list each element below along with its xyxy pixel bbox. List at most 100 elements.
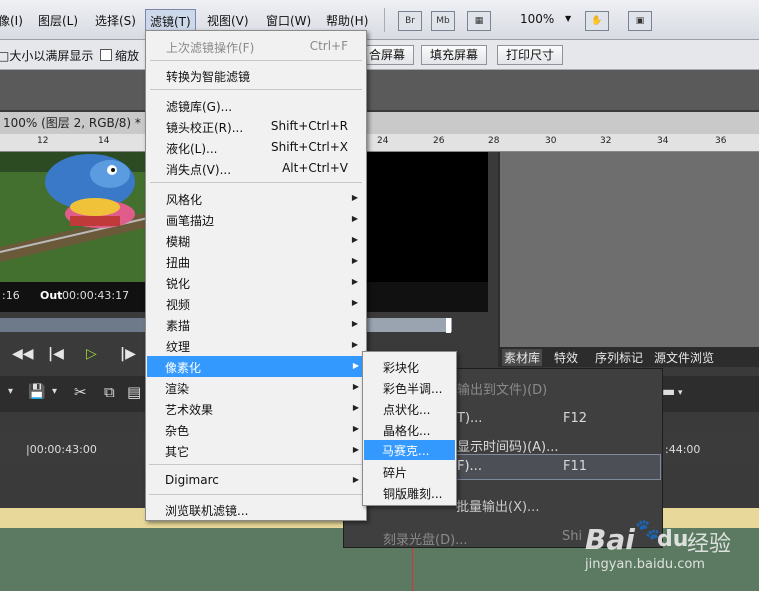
pixelate-fragment-item[interactable]: 碎片 [383, 464, 407, 481]
save-icon[interactable]: 💾 [28, 384, 45, 400]
rewind-icon[interactable]: ◀◀ [12, 346, 34, 362]
bridge-icon[interactable]: Br [398, 11, 422, 31]
pixelate-mezzotint-item[interactable]: 铜版雕刻... [383, 485, 442, 502]
browse-online-filters-item[interactable]: 浏览联机滤镜... [165, 502, 248, 519]
export-item-4[interactable]: F)... [457, 459, 482, 474]
fit-screen-button[interactable]: 合屏幕 [360, 45, 415, 65]
grid-icon[interactable]: ▦ [467, 11, 491, 31]
transport-controls: ◀◀ |◀ ▷ |▶ [0, 340, 148, 370]
monitor-dropdown-icon[interactable]: ▾ [678, 388, 683, 398]
fit-screen-option[interactable]: □大小以满屏显示 [0, 47, 93, 64]
filter-pixelate-item[interactable]: 像素化 ▶ [147, 356, 365, 377]
submenu-arrow-icon: ▶ [351, 298, 358, 307]
document-area-header [0, 70, 759, 110]
mini-bridge-icon[interactable]: Mb [431, 11, 455, 31]
filter-digimarc-item[interactable]: Digimarc [165, 473, 219, 487]
menu-select[interactable]: 选择(S) [95, 12, 136, 29]
monitor-icon[interactable]: ▬ [662, 384, 675, 400]
copy-icon[interactable]: ⧉ [104, 383, 115, 401]
menu-layer[interactable]: 图层(L) [38, 12, 78, 29]
filter-video-item[interactable]: 视频 [166, 296, 190, 313]
library-panel [498, 152, 759, 347]
document-tab[interactable]: 100% (图层 2, RGB/8) * [0, 112, 148, 134]
convert-smart-filter-item[interactable]: 转换为智能滤镜 [166, 68, 250, 85]
filter-texture-item[interactable]: 纹理 [166, 338, 190, 355]
export-item-2[interactable]: T)... [457, 411, 482, 426]
zoom-dropdown-icon[interactable]: ▼ [565, 14, 571, 23]
export-item-4-shortcut: F11 [563, 459, 588, 474]
paste-icon[interactable]: ▤ [127, 383, 141, 401]
filter-pixelate-label: 像素化 [165, 361, 202, 375]
pixelate-mosaic-item[interactable]: 马赛克... [364, 440, 455, 460]
baidu-watermark: Bai 🐾 du 经验 jingyan.baidu.com [585, 517, 755, 587]
menu-separator [149, 464, 363, 465]
liquify-item[interactable]: 液化(L)... [166, 140, 218, 157]
ruler-tick: 30 [545, 136, 557, 146]
filter-sharpen-item[interactable]: 锐化 [166, 275, 190, 292]
cut-icon[interactable]: ✂ [74, 383, 87, 401]
video-preview-right [366, 152, 488, 282]
dropdown-icon[interactable]: ▾ [8, 386, 13, 397]
filter-render-item[interactable]: 渲染 [165, 380, 189, 397]
liquify-shortcut: Shift+Ctrl+X [271, 140, 348, 154]
batch-export-item[interactable]: 批量输出(X)... [456, 496, 539, 515]
timeline-timecode: |00:00:43:00 [26, 443, 97, 456]
tab-library[interactable]: 素材库 [502, 349, 543, 366]
hand-tool-icon[interactable]: ✋ [585, 11, 609, 31]
zoom-all-checkbox[interactable] [100, 49, 112, 61]
pixelate-crystallize-item[interactable]: 晶格化... [383, 422, 430, 439]
filter-sketch-item[interactable]: 素描 [166, 317, 190, 334]
print-size-button[interactable]: 打印尺寸 [497, 45, 564, 65]
menu-view[interactable]: 视图(V) [207, 12, 249, 29]
zoom-all-option[interactable]: 缩放 [100, 47, 139, 64]
filter-brush-strokes-item[interactable]: 画笔描边 [166, 212, 214, 229]
scrub-handle[interactable] [446, 318, 451, 333]
submenu-arrow-icon: ▶ [351, 340, 358, 349]
tab-sequence-markers[interactable]: 序列标记 [595, 349, 643, 366]
out-timecode: 00:00:43:17 [62, 289, 130, 302]
filter-artistic-item[interactable]: 艺术效果 [165, 401, 213, 418]
watermark-cn: 经验 [687, 532, 732, 557]
pixelate-facet-item[interactable]: 彩块化 [383, 359, 419, 376]
menubar-divider [384, 8, 385, 32]
menu-window[interactable]: 窗口(W) [266, 12, 311, 29]
scrub-bar[interactable] [0, 318, 148, 332]
filter-blur-item[interactable]: 模糊 [166, 233, 190, 250]
tab-effects[interactable]: 特效 [554, 349, 578, 366]
filter-stylize-item[interactable]: 风格化 [166, 191, 202, 208]
filter-distort-item[interactable]: 扭曲 [166, 254, 190, 271]
lens-correction-shortcut: Shift+Ctrl+R [270, 119, 348, 133]
step-forward-icon[interactable]: |▶ [120, 346, 136, 362]
playhead-line[interactable] [412, 548, 413, 591]
zoom-level[interactable]: 100% [520, 12, 554, 26]
step-back-icon[interactable]: |◀ [48, 346, 64, 362]
export-item-2-shortcut: F12 [563, 411, 588, 426]
tab-source-browser[interactable]: 源文件浏览 [654, 349, 714, 366]
menu-separator [150, 60, 362, 61]
burn-disc-item[interactable]: 刻录光盘(D)... [383, 529, 468, 548]
fill-screen-button[interactable]: 填充屏幕 [421, 45, 488, 65]
play-icon[interactable]: ▷ [86, 346, 97, 362]
pixelate-color-halftone-item[interactable]: 彩色半调... [383, 380, 442, 397]
lens-correction-item[interactable]: 镜头校正(R)... [166, 119, 243, 136]
ruler-tick: 24 [377, 136, 389, 146]
export-to-file-item[interactable]: 输出到文件)(D) [457, 379, 547, 398]
screen-mode-icon[interactable]: ▣ [628, 11, 652, 31]
filter-noise-item[interactable]: 杂色 [165, 422, 189, 439]
submenu-arrow-icon: ▶ [352, 361, 359, 370]
video-frame-image [0, 152, 148, 282]
last-filter-item[interactable]: 上次滤镜操作(F) [166, 39, 254, 56]
export-timecode-item[interactable]: 显示时间码)(A)... [457, 436, 559, 455]
filter-gallery-item[interactable]: 滤镜库(G)... [166, 98, 232, 115]
ruler-tick: 14 [98, 136, 110, 146]
scrub-bar-right[interactable] [366, 318, 452, 332]
timecode-bar: :16 Out 00:00:43:17 [0, 282, 148, 312]
save-dropdown-icon[interactable]: ▾ [52, 386, 57, 397]
filter-other-item[interactable]: 其它 [165, 443, 189, 460]
menu-help[interactable]: 帮助(H) [326, 12, 368, 29]
menu-image[interactable]: 像(I) [0, 12, 23, 29]
burn-disc-shortcut: Shi [562, 529, 583, 544]
submenu-arrow-icon: ▶ [351, 214, 358, 223]
vanishing-point-item[interactable]: 消失点(V)... [166, 161, 231, 178]
pixelate-pointillize-item[interactable]: 点状化... [383, 401, 430, 418]
